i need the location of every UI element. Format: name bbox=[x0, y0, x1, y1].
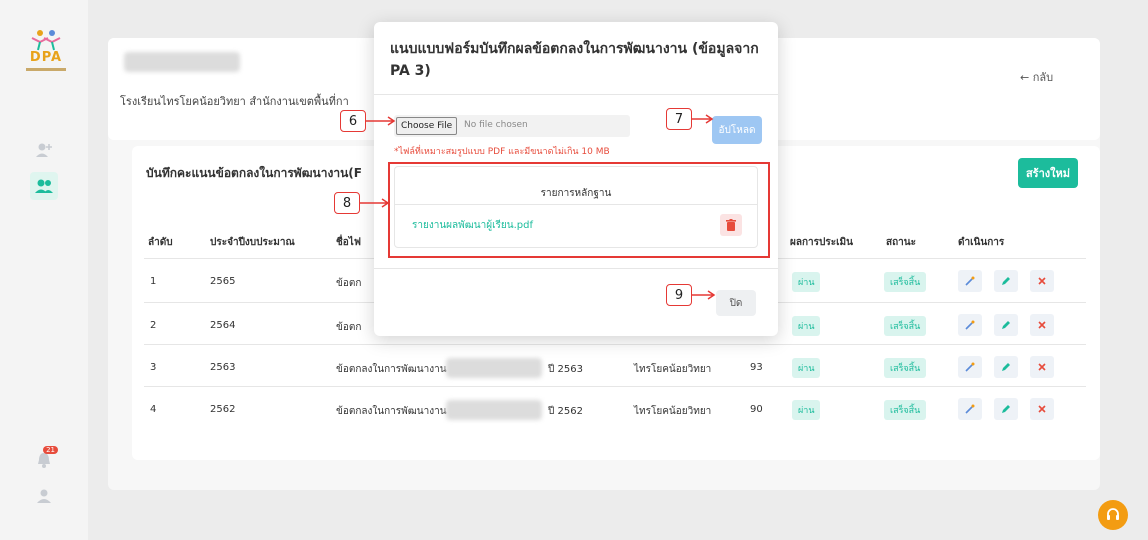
table-title: บันทึกคะแนนข้อตกลงในการพัฒนางาน(F bbox=[146, 166, 362, 180]
row3-no: 3 bbox=[150, 362, 157, 373]
col-result: ผลการประเมิน bbox=[790, 237, 853, 248]
row4-school: ไทรโยคน้อยวิทยา bbox=[634, 406, 712, 417]
delete-button[interactable] bbox=[1030, 356, 1054, 378]
headset-icon bbox=[1107, 508, 1119, 520]
col-status: สถานะ bbox=[886, 237, 916, 248]
row-divider bbox=[144, 344, 1086, 345]
row4-name: ข้อตกลงในการพัฒนางาน bbox=[336, 406, 447, 417]
pencil-icon bbox=[1002, 321, 1010, 329]
x-icon bbox=[1038, 363, 1046, 371]
pencil-icon bbox=[1002, 363, 1010, 371]
logo-underline bbox=[26, 68, 66, 71]
row1-name: ข้อตก bbox=[336, 278, 362, 289]
col-name: ชื่อไฟ bbox=[336, 237, 361, 248]
logo-figures-icon bbox=[31, 30, 61, 51]
blurred-name bbox=[124, 52, 240, 72]
file-hint: *ไฟล์ที่เหมาะสมรูปแบบ PDF และมีขนาดไม่เก… bbox=[394, 147, 610, 157]
profile-icon[interactable] bbox=[30, 482, 58, 510]
sidebar: DPA 21 bbox=[0, 0, 88, 540]
callout-8: 8 bbox=[334, 192, 360, 214]
edit-button[interactable] bbox=[994, 314, 1018, 336]
row3-school: ไทรโยคน้อยวิทยา bbox=[634, 364, 712, 375]
pencil-icon bbox=[1002, 405, 1010, 413]
row3-result: ผ่าน bbox=[792, 358, 821, 378]
x-icon bbox=[1038, 277, 1046, 285]
callout-6: 6 bbox=[340, 110, 366, 132]
callout-7: 7 bbox=[666, 108, 692, 130]
row4-score: 90 bbox=[750, 404, 763, 415]
row3-score: 93 bbox=[750, 362, 763, 373]
callout-9-arrow bbox=[692, 290, 716, 300]
back-button[interactable]: ← กลับ bbox=[1020, 68, 1053, 86]
callout-7-arrow bbox=[692, 114, 714, 124]
row3-year: 2563 bbox=[210, 362, 236, 373]
x-icon bbox=[1038, 321, 1046, 329]
x-icon bbox=[1038, 405, 1046, 413]
close-button[interactable]: ปิด bbox=[716, 290, 756, 316]
pencil-icon bbox=[1002, 277, 1010, 285]
row1-no: 1 bbox=[150, 276, 157, 287]
view-icon bbox=[965, 320, 975, 330]
row3-blurred bbox=[446, 358, 542, 378]
upload-button[interactable]: อัปโหลด bbox=[712, 116, 762, 144]
col-year: ประจำปีงบประมาณ bbox=[210, 237, 295, 248]
row1-result: ผ่าน bbox=[792, 272, 821, 292]
edit-button[interactable] bbox=[994, 270, 1018, 292]
delete-button[interactable] bbox=[1030, 270, 1054, 292]
logo-text: DPA bbox=[29, 50, 63, 65]
row2-year: 2564 bbox=[210, 320, 236, 331]
row-divider bbox=[144, 386, 1086, 387]
dpa-logo[interactable]: DPA bbox=[22, 28, 70, 84]
view-button[interactable] bbox=[958, 314, 982, 336]
view-button[interactable] bbox=[958, 356, 982, 378]
row2-result: ผ่าน bbox=[792, 316, 821, 336]
row3-name: ข้อตกลงในการพัฒนางาน bbox=[336, 364, 447, 375]
row1-year: 2565 bbox=[210, 276, 236, 287]
view-icon bbox=[965, 404, 975, 414]
row3-status: เสร็จสิ้น bbox=[884, 358, 927, 378]
row2-name: ข้อตก bbox=[336, 322, 362, 333]
row4-no: 4 bbox=[150, 404, 157, 415]
row4-blurred bbox=[446, 400, 542, 420]
callout-9: 9 bbox=[666, 284, 692, 306]
row2-status: เสร็จสิ้น bbox=[884, 316, 927, 336]
modal-footer-divider bbox=[374, 268, 778, 269]
help-button[interactable] bbox=[1098, 500, 1128, 530]
callout-6-arrow bbox=[366, 116, 396, 126]
delete-button[interactable] bbox=[1030, 314, 1054, 336]
col-actions: ดำเนินการ bbox=[958, 237, 1005, 248]
callout-8-arrow bbox=[360, 198, 390, 208]
notification-badge: 21 bbox=[43, 446, 58, 454]
row4-result: ผ่าน bbox=[792, 400, 821, 420]
notification-bell-icon[interactable]: 21 bbox=[30, 446, 58, 474]
view-button[interactable] bbox=[958, 270, 982, 292]
view-button[interactable] bbox=[958, 398, 982, 420]
col-no: ลำดับ bbox=[148, 237, 173, 248]
choose-file-button[interactable]: Choose File bbox=[396, 117, 458, 135]
row4-year: 2562 bbox=[210, 404, 236, 415]
modal-header-divider bbox=[374, 94, 778, 95]
edit-button[interactable] bbox=[994, 398, 1018, 420]
view-icon bbox=[965, 362, 975, 372]
edit-button[interactable] bbox=[994, 356, 1018, 378]
modal-title: แนบแบบฟอร์มบันทึกผลข้อตกลงในการพัฒนางาน … bbox=[390, 41, 759, 79]
no-file-label: No file chosen bbox=[464, 120, 528, 130]
row4-year-suffix: ปี 2562 bbox=[548, 406, 583, 417]
evidence-highlight-frame bbox=[388, 162, 770, 258]
row2-no: 2 bbox=[150, 320, 157, 331]
row1-status: เสร็จสิ้น bbox=[884, 272, 927, 292]
row4-status: เสร็จสิ้น bbox=[884, 400, 927, 420]
view-icon bbox=[965, 276, 975, 286]
delete-button[interactable] bbox=[1030, 398, 1054, 420]
add-user-icon[interactable] bbox=[30, 136, 58, 164]
create-button[interactable]: สร้างใหม่ bbox=[1018, 158, 1078, 188]
row3-year-suffix: ปี 2563 bbox=[548, 364, 583, 375]
users-icon[interactable] bbox=[30, 172, 58, 200]
school-line: โรงเรียนไทรโยคน้อยวิทยา สำนักงานเขตพื้นท… bbox=[120, 95, 349, 108]
